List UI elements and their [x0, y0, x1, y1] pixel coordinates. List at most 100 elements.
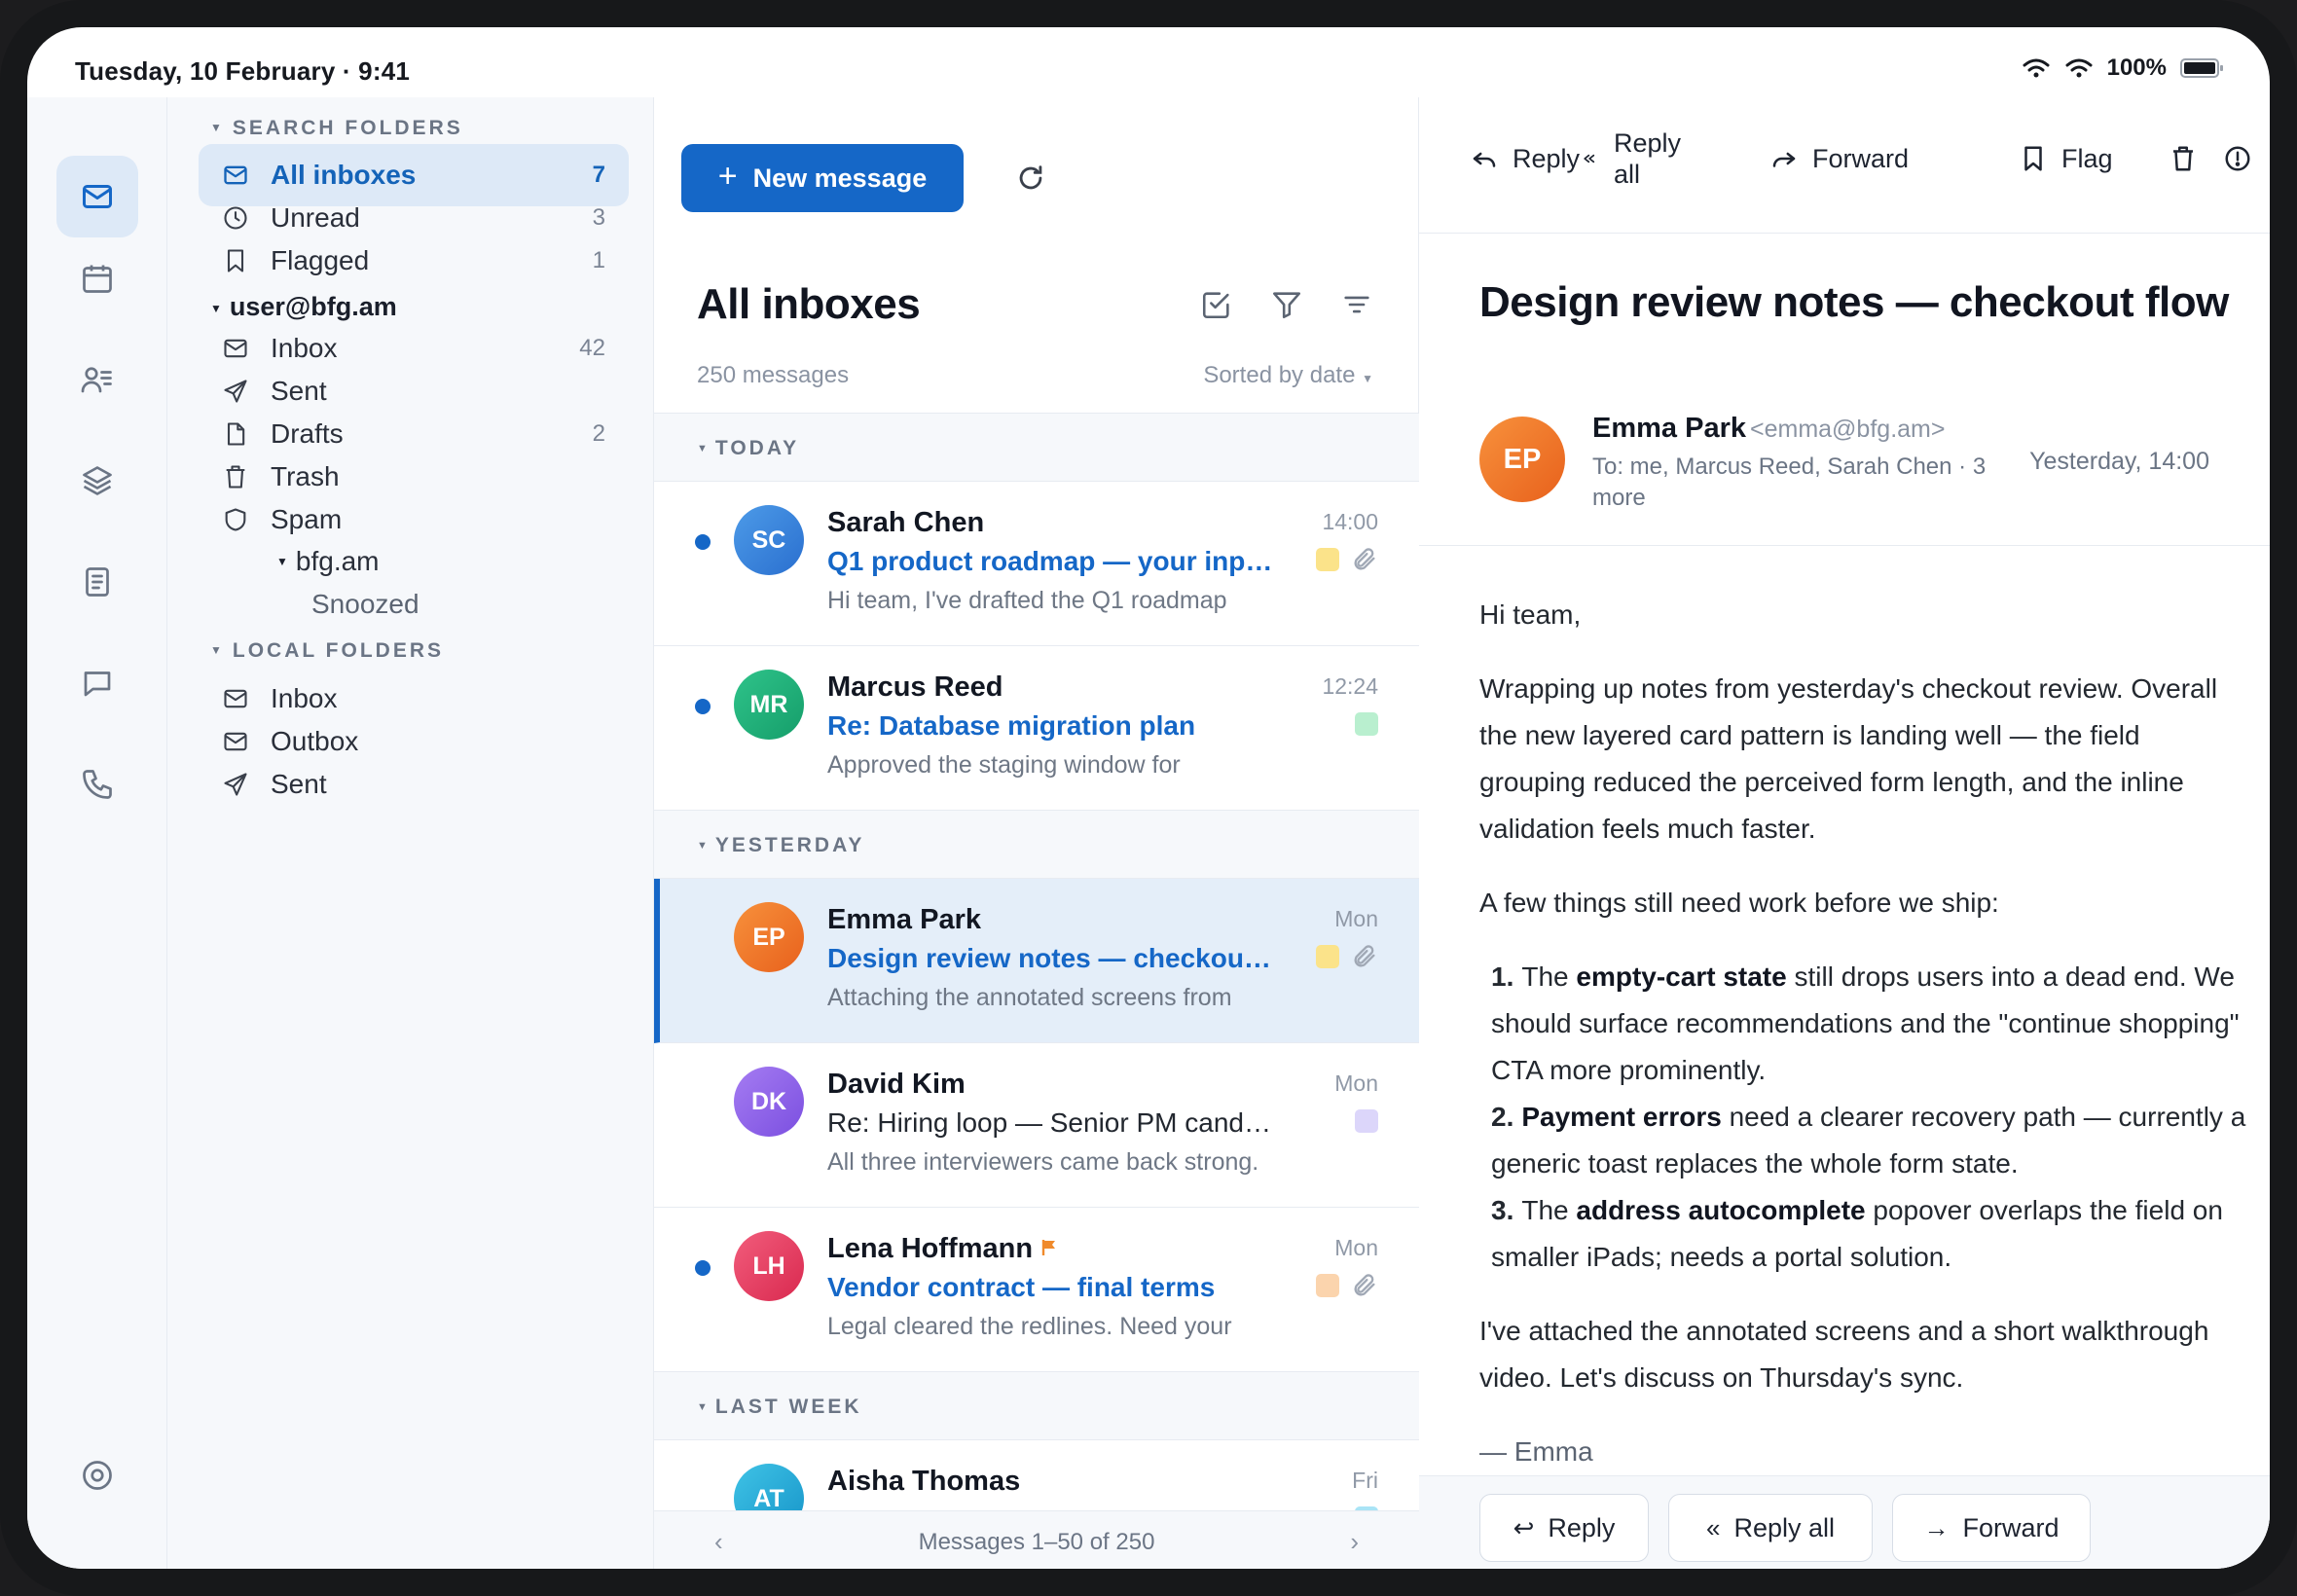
message-sender: Marcus Reed	[827, 671, 1003, 703]
screen: Tuesday, 10 February · 9:41 100% ▼ SEARC…	[27, 27, 2270, 1569]
message-time: Mon	[1334, 1070, 1378, 1096]
chevron-right-icon[interactable]: ›	[1350, 1527, 1359, 1557]
tablet-frame: Tuesday, 10 February · 9:41 100% ▼ SEARC…	[0, 0, 2297, 1596]
folder-count: 2	[592, 420, 605, 447]
search-folders-header[interactable]: ▼ SEARCH FOLDERS	[210, 117, 463, 140]
item-bold: address autocomplete	[1576, 1195, 1866, 1225]
rail-chat-button[interactable]	[56, 642, 138, 724]
caret-down-icon: ▼	[1362, 372, 1373, 385]
mail-icon	[83, 185, 112, 208]
message-row[interactable]: LH Lena Hoffmann Vendor contract — final…	[654, 1208, 1419, 1372]
sender-name[interactable]: Emma Park	[1592, 413, 1746, 444]
message-time: Mon	[1334, 1235, 1378, 1260]
paperclip-icon	[1354, 1274, 1375, 1296]
rail-contacts-button[interactable]	[56, 339, 138, 420]
message-row[interactable]: DK David Kim Re: Hiring loop — Senior PM…	[654, 1043, 1419, 1208]
group-label: LAST WEEK	[714, 1396, 862, 1418]
footer-forward-button[interactable]: → Forward	[1892, 1494, 2091, 1562]
caret-down-icon: ▼	[697, 1401, 708, 1413]
flag-label: Flag	[2061, 143, 2113, 173]
message-subject: Re: Hiring loop — Senior PM candidate	[827, 1107, 1275, 1138]
message-preview: Attaching the annotated screens from	[827, 984, 1232, 1011]
unread-dot	[695, 534, 711, 550]
message-row-selected[interactable]: EP Emma Park Design review notes — check…	[654, 879, 1419, 1043]
caret-down-icon: ▼	[210, 643, 225, 657]
message-preview: Legal cleared the redlines. Need your	[827, 1313, 1232, 1340]
message-count: 250 messages	[697, 362, 850, 388]
email-body: Hi team, Wrapping up notes from yesterda…	[1479, 592, 2248, 1503]
body-list: 1. The empty-cart state still drops users…	[1479, 954, 2248, 1281]
folder-pane: ▼ SEARCH FOLDERS All inboxes 7 Unread 3 F…	[167, 97, 654, 1569]
message-row[interactable]: MR Marcus Reed Re: Database migration pl…	[654, 646, 1419, 811]
message-time: 14:00	[1322, 509, 1378, 534]
body-signoff: — Emma	[1479, 1436, 1593, 1467]
rail-settings-button[interactable]	[56, 1434, 138, 1516]
caret-down-icon: ▼	[210, 302, 222, 315]
sender-email[interactable]: <emma@bfg.am>	[1750, 416, 1945, 443]
chat-icon	[84, 671, 111, 697]
color-tag	[1316, 548, 1339, 571]
forward-icon	[1772, 152, 1796, 167]
refresh-icon[interactable]	[1014, 162, 1047, 195]
reply-all-button[interactable]: Reply all	[1581, 125, 1681, 193]
select-checkbox-icon[interactable]	[1200, 288, 1233, 321]
trash-icon	[2173, 146, 2193, 171]
list-item: 3. The address autocomplete popover overl…	[1491, 1187, 2248, 1281]
forward-button[interactable]: Forward	[1769, 125, 1909, 193]
folder-flagged[interactable]: Flagged 1	[199, 230, 629, 292]
body-greeting: Hi team,	[1479, 599, 1582, 630]
rail-mail-button[interactable]	[56, 156, 138, 237]
new-message-label: New message	[752, 163, 928, 193]
list-item: 1. The empty-cart state still drops users…	[1491, 954, 2248, 1094]
caret-down-icon: ▼	[697, 443, 708, 454]
sender-name: Lena Hoffmann	[827, 1233, 1034, 1264]
delete-button[interactable]	[2169, 125, 2211, 193]
notes-icon	[86, 567, 109, 597]
reply-icon	[1473, 152, 1496, 167]
group-header-last-week[interactable]: ▼ LAST WEEK	[654, 1372, 1419, 1440]
rail-notes-button[interactable]	[56, 541, 138, 623]
reply-bar: ↩ Reply « Reply all → Forward	[1419, 1475, 2270, 1569]
filter-icon[interactable]	[1270, 288, 1303, 321]
message-subject: Q1 product roadmap — your input needed	[827, 546, 1275, 576]
folder-count: 7	[592, 162, 605, 188]
signal-icon	[2023, 58, 2050, 78]
message-row[interactable]: AT Aisha Thomas Fri	[654, 1440, 1419, 1510]
avatar: MR	[734, 670, 804, 740]
sort-selector[interactable]: Sorted by date ▼	[1203, 362, 1373, 389]
unread-dot	[695, 1260, 711, 1276]
battery-percent: 100%	[2106, 54, 2167, 81]
flag-button[interactable]: Flag	[2019, 125, 2113, 193]
color-tag	[1316, 1274, 1339, 1297]
message-row[interactable]: SC Sarah Chen Q1 product roadmap — your …	[654, 482, 1419, 646]
folder-local-sent[interactable]: Sent	[199, 753, 629, 816]
footer-reply-all-button[interactable]: « Reply all	[1668, 1494, 1873, 1562]
layers-icon	[83, 466, 112, 495]
item-bold: Payment errors	[1521, 1102, 1722, 1132]
paperclip-icon	[1354, 548, 1375, 570]
more-info-button[interactable]	[2223, 125, 2266, 193]
rail-layers-button[interactable]	[56, 440, 138, 522]
group-header-today[interactable]: ▼ TODAY	[654, 414, 1419, 482]
color-tag	[1355, 1109, 1378, 1133]
folder-label: Sent	[271, 769, 327, 799]
item-bold: empty-cart state	[1576, 961, 1787, 992]
sort-icon[interactable]	[1340, 288, 1373, 321]
footer-reply-label: Reply	[1548, 1512, 1616, 1542]
send-icon	[220, 769, 251, 800]
recipients[interactable]: To: me, Marcus Reed, Sarah Chen · 3 more	[1592, 452, 2024, 514]
folder-snoozed[interactable]: Snoozed	[199, 573, 629, 635]
status-bar: Tuesday, 10 February · 9:41 100%	[27, 27, 2270, 97]
rail-calendar-button[interactable]	[56, 237, 138, 319]
footer-reply-button[interactable]: ↩ Reply	[1479, 1494, 1649, 1562]
message-subject: Vendor contract — final terms	[827, 1272, 1216, 1302]
message-time: 12:24	[1322, 673, 1378, 699]
info-icon	[2225, 146, 2250, 171]
forward-icon: →	[1923, 1512, 1950, 1542]
group-header-yesterday[interactable]: ▼ YESTERDAY	[654, 811, 1419, 879]
folder-label: Snoozed	[311, 589, 419, 619]
reply-button[interactable]: Reply	[1470, 125, 1580, 193]
rail-phone-button[interactable]	[56, 744, 138, 825]
new-message-button[interactable]: + New message	[681, 144, 964, 212]
local-folders-header[interactable]: ▼ LOCAL FOLDERS	[210, 639, 444, 663]
